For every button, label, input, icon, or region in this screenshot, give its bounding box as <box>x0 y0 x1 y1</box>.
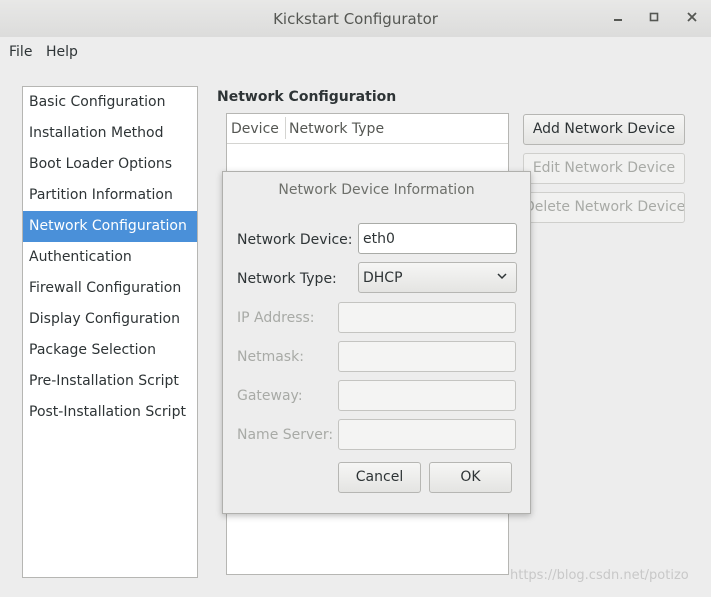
title-bar: Kickstart Configurator <box>0 0 711 37</box>
sidebar-item-firewall-configuration[interactable]: Firewall Configuration <box>23 273 197 304</box>
table-header: Device Network Type <box>227 114 508 144</box>
close-icon[interactable] <box>684 9 700 25</box>
column-divider <box>285 117 286 139</box>
netmask-label: Netmask: <box>237 349 304 365</box>
add-network-device-button[interactable]: Add Network Device <box>523 114 685 145</box>
sidebar-item-basic-configuration[interactable]: Basic Configuration <box>23 87 197 118</box>
sidebar-item-network-configuration[interactable]: Network Configuration <box>23 211 197 242</box>
minimize-icon[interactable] <box>610 9 626 25</box>
network-type-label: Network Type: <box>237 271 337 287</box>
ok-button[interactable]: OK <box>429 462 512 493</box>
sidebar-item-package-selection[interactable]: Package Selection <box>23 335 197 366</box>
network-device-label: Network Device: <box>237 232 353 248</box>
edit-network-device-button[interactable]: Edit Network Device <box>523 153 685 184</box>
sidebar-item-installation-method[interactable]: Installation Method <box>23 118 197 149</box>
netmask-input[interactable] <box>338 341 516 372</box>
network-device-input[interactable] <box>358 223 517 254</box>
gateway-input[interactable] <box>338 380 516 411</box>
name-server-label: Name Server: <box>237 427 334 443</box>
menu-bar: File Help <box>0 37 711 67</box>
menu-help[interactable]: Help <box>46 44 78 60</box>
chevron-down-icon <box>497 273 507 280</box>
ip-address-input[interactable] <box>338 302 516 333</box>
maximize-icon[interactable] <box>646 9 662 25</box>
ip-address-label: IP Address: <box>237 310 315 326</box>
delete-network-device-button[interactable]: Delete Network Device <box>523 192 685 223</box>
cancel-button[interactable]: Cancel <box>338 462 421 493</box>
gateway-label: Gateway: <box>237 388 303 404</box>
column-header-device[interactable]: Device <box>231 121 279 137</box>
sidebar-item-partition-information[interactable]: Partition Information <box>23 180 197 211</box>
sidebar-item-display-configuration[interactable]: Display Configuration <box>23 304 197 335</box>
window-title: Kickstart Configurator <box>273 10 438 28</box>
sidebar-item-pre-installation-script[interactable]: Pre-Installation Script <box>23 366 197 397</box>
page-title: Network Configuration <box>217 89 397 105</box>
name-server-input[interactable] <box>338 419 516 450</box>
dialog-title: Network Device Information <box>278 182 475 198</box>
sidebar: Basic Configuration Installation Method … <box>22 86 198 578</box>
watermark: https://blog.csdn.net/potizo <box>510 568 689 583</box>
network-device-dialog: Network Device Information Network Devic… <box>222 171 531 514</box>
menu-file[interactable]: File <box>9 44 32 60</box>
sidebar-item-post-installation-script[interactable]: Post-Installation Script <box>23 397 197 428</box>
network-type-value: DHCP <box>363 270 403 286</box>
sidebar-item-authentication[interactable]: Authentication <box>23 242 197 273</box>
network-type-select[interactable]: DHCP <box>358 262 517 293</box>
column-header-network-type[interactable]: Network Type <box>289 121 384 137</box>
sidebar-item-boot-loader-options[interactable]: Boot Loader Options <box>23 149 197 180</box>
